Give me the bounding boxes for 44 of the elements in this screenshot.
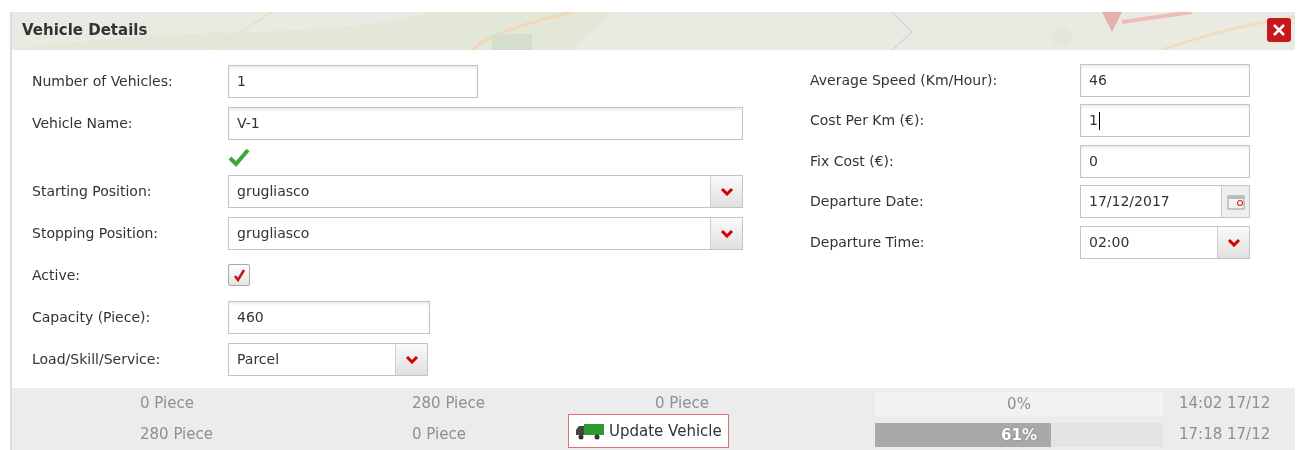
table-cell-text: 17:18 17/12 [1179,424,1271,446]
field-label: Average Speed (Km/Hour): [810,70,999,90]
field-label: Departure Time: [810,232,926,252]
date-field[interactable]: 17/12/2017 [1080,185,1250,219]
table-cell-text: 280 Piece [139,424,214,446]
table-cell-text: 280 Piece [411,393,486,415]
field-label: Capacity (Piece): [32,307,152,327]
input-field[interactable]: 1 [1080,104,1250,138]
chevron-down-icon [719,228,734,238]
field-label: Cost Per Km (€): [810,111,926,131]
table-cell-text: 14:02 17/12 [1179,393,1271,415]
input-field[interactable]: 0 [1080,144,1250,178]
chevron-down-icon [1226,237,1241,248]
truck-icon [575,422,605,440]
field-label: Load/Skill/Service: [32,349,162,369]
progress-label: 61% [1001,424,1037,446]
field-label: Stopping Position: [32,223,160,243]
field-label: Fix Cost (€): [810,151,895,171]
close-button[interactable] [1267,18,1291,42]
update-vehicle-button[interactable]: Update Vehicle [568,414,729,448]
checkbox[interactable] [228,264,250,286]
table-cell-text: 0 Piece [654,393,710,415]
table-cell-text: 0 Piece [139,393,195,415]
field-label: Departure Date: [810,192,925,212]
check-icon [232,268,246,282]
chevron-down-icon [404,354,419,364]
dropdown-field[interactable]: grugliasco [228,174,743,208]
progress-label: 0% [1007,393,1031,415]
input-field[interactable]: 460 [228,300,430,334]
field-label: Number of Vehicles: [32,71,174,91]
calendar-icon[interactable] [1226,193,1245,210]
close-icon [1272,23,1286,37]
input-field[interactable]: V-1 [228,106,743,140]
field-label: Starting Position: [32,181,153,201]
dropdown-field[interactable]: Parcel [228,342,428,376]
field-label: Active: [32,265,82,285]
dropdown-field[interactable]: 02:00 [1080,225,1250,259]
input-field[interactable]: 46 [1080,63,1250,97]
input-field[interactable]: 1 [228,64,478,98]
dialog-title: Vehicle Details [21,20,149,41]
table-cell-text: 0 Piece [411,424,467,446]
dropdown-field[interactable]: grugliasco [228,216,743,250]
chevron-down-icon [719,186,734,196]
field-label: Vehicle Name: [32,113,134,133]
